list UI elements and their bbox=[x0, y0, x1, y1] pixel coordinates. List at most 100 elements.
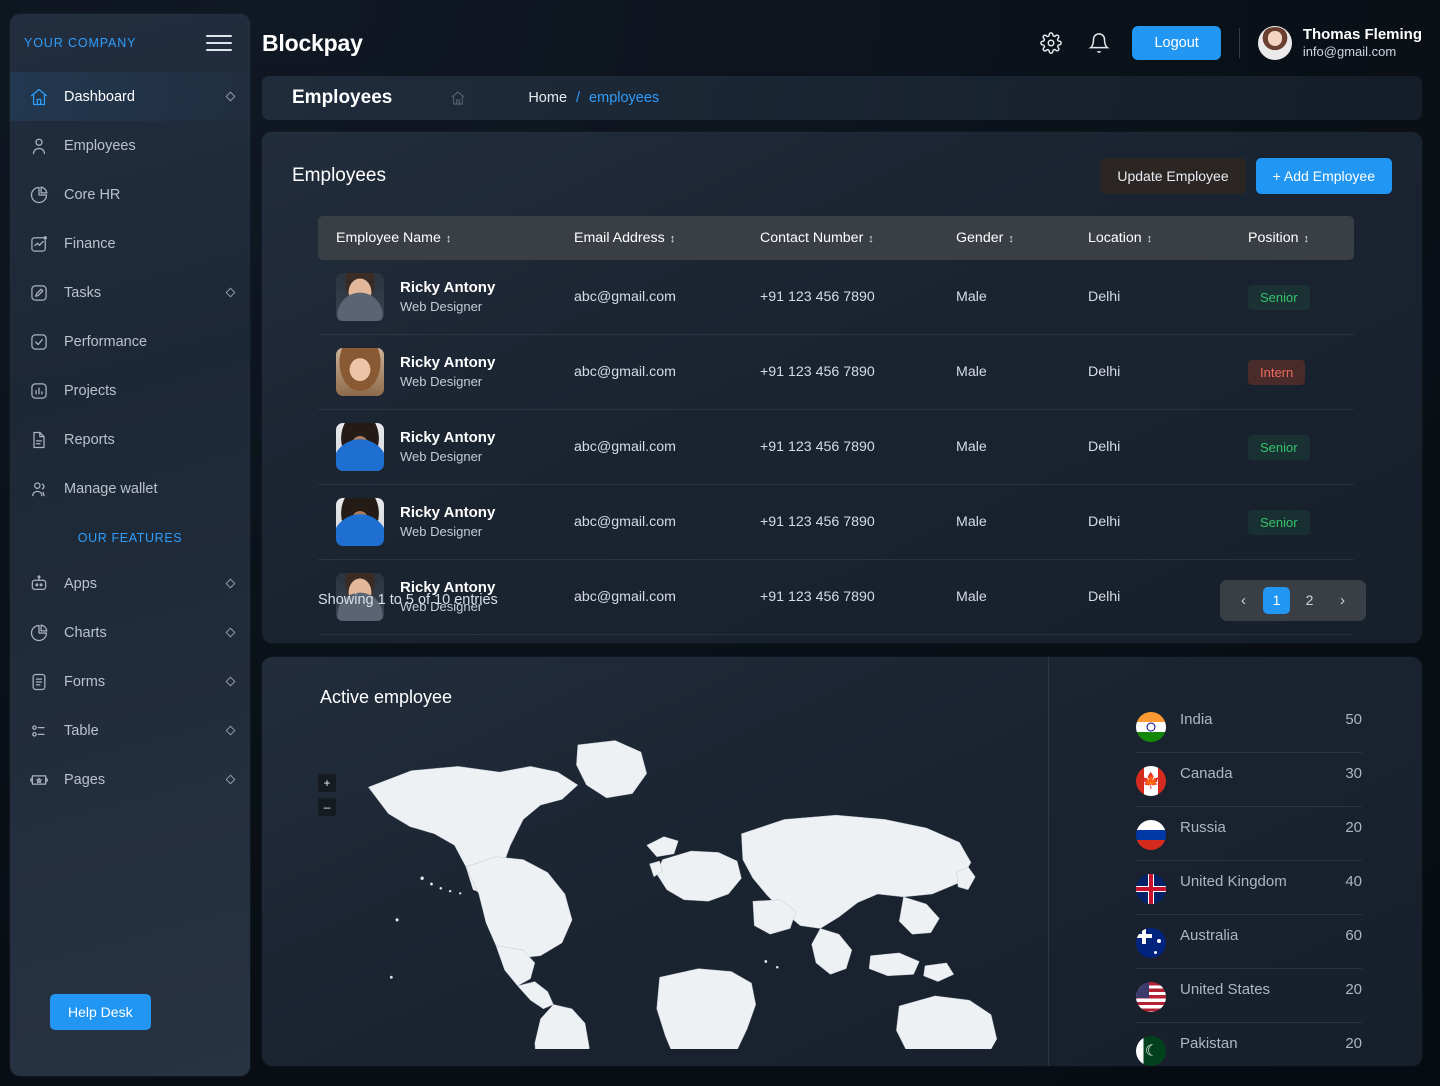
list-item[interactable]: Russia 20 bbox=[1136, 807, 1362, 861]
logout-button[interactable]: Logout bbox=[1132, 26, 1221, 60]
country-value: 30 bbox=[1345, 765, 1362, 782]
map-zoom-out-button[interactable]: – bbox=[318, 798, 336, 816]
chart-line-icon bbox=[28, 233, 50, 255]
status-badge: Intern bbox=[1248, 359, 1306, 385]
country-value: 20 bbox=[1345, 819, 1362, 836]
status-badge: Senior bbox=[1248, 284, 1310, 310]
table-row[interactable]: Ricky Antony Web Designer abc@gmail.com +91… bbox=[318, 260, 1354, 335]
cell-contact-number: +91 123 456 7890 bbox=[742, 409, 938, 485]
company-name: YOUR COMPANY bbox=[24, 36, 137, 50]
sidebar-nav: Dashboard Employees Core HR Finance Tasks Per… bbox=[10, 72, 250, 513]
showing-entries-label: Showing 1 to 5 of 10 entries bbox=[318, 592, 498, 608]
sidebar-item-performance[interactable]: Performance bbox=[10, 317, 250, 366]
column-label: Contact Number bbox=[760, 230, 864, 246]
cell-position: Intern bbox=[1230, 334, 1354, 410]
table-row[interactable]: Ricky Antony Web Designer abc@gmail.com +91… bbox=[318, 334, 1354, 410]
list-item[interactable]: 🍁 Canada 30 bbox=[1136, 753, 1362, 807]
pagination-page-2[interactable]: 2 bbox=[1296, 587, 1323, 614]
sidebar-item-reports[interactable]: Reports bbox=[10, 415, 250, 464]
sort-icon: ↕ bbox=[669, 233, 675, 245]
sidebar-item-forms[interactable]: Forms bbox=[10, 657, 250, 706]
column-header-location[interactable]: Location ↕ bbox=[1070, 216, 1230, 260]
check-square-icon bbox=[28, 331, 50, 353]
active-employee-card: Active employee India 50 🍁 Canada 30 Rus… bbox=[262, 657, 1422, 1066]
table-header-row: Employee Name ↕ Email Address ↕ Contact Numb… bbox=[318, 216, 1354, 260]
sidebar-item-projects[interactable]: Projects bbox=[10, 366, 250, 415]
list-item[interactable]: India 50 bbox=[1136, 699, 1362, 753]
update-employee-button[interactable]: Update Employee bbox=[1100, 158, 1246, 194]
cell-contact-number: +91 123 456 7890 bbox=[742, 260, 938, 335]
employees-card: Employees Update Employee + Add Employee… bbox=[262, 132, 1422, 643]
country-name: Australia bbox=[1180, 927, 1239, 944]
sidebar-item-dashboard[interactable]: Dashboard bbox=[10, 72, 250, 121]
bell-icon[interactable] bbox=[1084, 28, 1114, 58]
gear-icon[interactable] bbox=[1036, 28, 1066, 58]
user-menu[interactable]: Thomas Fleming info@gmail.com bbox=[1257, 26, 1422, 61]
add-employee-button[interactable]: + Add Employee bbox=[1255, 158, 1392, 194]
status-badge: Senior bbox=[1248, 434, 1310, 460]
user-email: info@gmail.com bbox=[1302, 44, 1397, 60]
sidebar-item-employees[interactable]: Employees bbox=[10, 121, 250, 170]
country-value: 60 bbox=[1345, 927, 1362, 944]
employees-card-actions: Update Employee + Add Employee bbox=[1100, 158, 1392, 194]
list-item[interactable]: Australia 60 bbox=[1136, 915, 1362, 969]
list-item[interactable]: United States 20 bbox=[1136, 969, 1362, 1023]
edit-icon bbox=[28, 282, 50, 304]
breadcrumb: Home / employees bbox=[528, 90, 659, 106]
table-row[interactable]: Ricky Antony Web Designer abc@gmail.com +91… bbox=[318, 484, 1354, 560]
hamburger-icon[interactable] bbox=[206, 35, 232, 51]
country-name: India bbox=[1180, 711, 1213, 728]
sidebar-features-nav: Apps Charts Forms Table Pages bbox=[10, 559, 250, 804]
chevron-down-icon bbox=[225, 774, 236, 785]
column-header-gender[interactable]: Gender ↕ bbox=[938, 216, 1070, 260]
cell-employee-name: Ricky Antony Web Designer bbox=[318, 409, 556, 485]
cell-email: abc@gmail.com bbox=[556, 260, 742, 335]
sidebar-item-label: Dashboard bbox=[64, 88, 135, 105]
world-map[interactable] bbox=[262, 657, 1048, 1066]
column-header-contact-number[interactable]: Contact Number ↕ bbox=[742, 216, 938, 260]
sidebar-item-charts[interactable]: Charts bbox=[10, 608, 250, 657]
avatar bbox=[336, 348, 384, 396]
status-badge: Senior bbox=[1248, 509, 1310, 535]
help-desk-button[interactable]: Help Desk bbox=[50, 994, 151, 1030]
pagination-page-1[interactable]: 1 bbox=[1263, 586, 1290, 614]
apps-icon bbox=[28, 573, 50, 595]
card-divider bbox=[1048, 657, 1049, 1066]
home-icon bbox=[28, 86, 50, 108]
breadcrumb-home[interactable]: Home bbox=[528, 90, 567, 106]
flag-india bbox=[1136, 712, 1166, 742]
sidebar-item-tasks[interactable]: Tasks bbox=[10, 268, 250, 317]
sidebar-item-finance[interactable]: Finance bbox=[10, 219, 250, 268]
sidebar-item-label: Charts bbox=[64, 624, 107, 641]
pages-icon bbox=[28, 769, 50, 791]
avatar bbox=[336, 498, 384, 546]
map-zoom-in-button[interactable]: + bbox=[318, 774, 336, 792]
table-row[interactable]: Ricky Antony Web Designer abc@gmail.com +91… bbox=[318, 409, 1354, 485]
sidebar-item-apps[interactable]: Apps bbox=[10, 559, 250, 608]
sidebar-item-manage-wallet[interactable]: Manage wallet bbox=[10, 464, 250, 513]
column-label: Email Address bbox=[574, 230, 665, 246]
pagination-prev[interactable]: ‹ bbox=[1230, 587, 1257, 614]
employee-name: Ricky Antony bbox=[400, 504, 496, 522]
users-icon bbox=[28, 478, 50, 500]
list-item[interactable]: United Kingdom 40 bbox=[1136, 861, 1362, 915]
column-header-email-address[interactable]: Email Address ↕ bbox=[556, 216, 742, 260]
breadcrumb-current[interactable]: employees bbox=[589, 90, 659, 106]
list-item[interactable]: ☾ Pakistan 20 bbox=[1136, 1023, 1362, 1066]
sidebar-item-label: Forms bbox=[64, 673, 106, 690]
sidebar-item-pages[interactable]: Pages bbox=[10, 755, 250, 804]
flag-usa bbox=[1136, 982, 1166, 1012]
avatar bbox=[336, 423, 384, 471]
cell-contact-number: +91 123 456 7890 bbox=[742, 334, 938, 410]
sidebar-item-label: Reports bbox=[64, 431, 115, 448]
employee-role: Web Designer bbox=[400, 449, 483, 465]
sidebar-item-table[interactable]: Table bbox=[10, 706, 250, 755]
pagination-next[interactable]: › bbox=[1329, 587, 1356, 614]
column-header-employee-name[interactable]: Employee Name ↕ bbox=[318, 216, 556, 260]
flag-canada: 🍁 bbox=[1136, 766, 1166, 796]
sidebar-item-core-hr[interactable]: Core HR bbox=[10, 170, 250, 219]
country-name: Canada bbox=[1180, 765, 1233, 782]
column-header-position[interactable]: Position ↕ bbox=[1230, 216, 1354, 260]
flag-russia bbox=[1136, 820, 1166, 850]
sort-icon: ↕ bbox=[1303, 233, 1308, 245]
